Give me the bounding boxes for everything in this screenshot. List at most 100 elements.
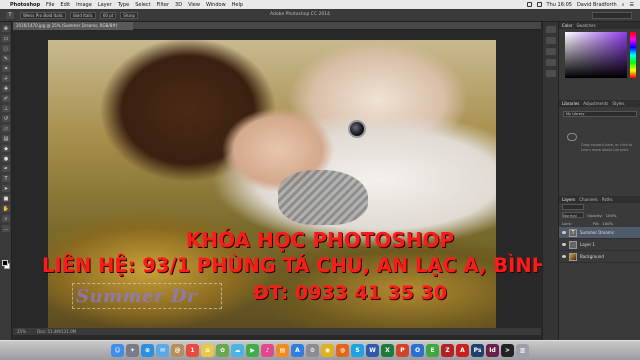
tab-styles[interactable]: Styles xyxy=(612,100,624,107)
trash-icon[interactable]: ▥ xyxy=(516,344,529,357)
menu-file[interactable]: File xyxy=(46,2,54,8)
photoshop-icon[interactable]: Ps xyxy=(471,344,484,357)
menu-select[interactable]: Select xyxy=(135,2,150,8)
layer-row-layer-1[interactable]: Layer 1 xyxy=(559,239,640,251)
menu-image[interactable]: Image xyxy=(76,2,92,8)
paragraph-panel-icon[interactable] xyxy=(546,70,556,77)
move-tool-icon[interactable]: ✥ xyxy=(2,25,10,32)
info-panel-icon[interactable] xyxy=(546,48,556,55)
layer-row-summer-dreams[interactable]: T Summer Dreams xyxy=(559,227,640,239)
dodge-tool-icon[interactable]: ● xyxy=(2,155,10,162)
quick-select-tool-icon[interactable]: ✎ xyxy=(2,55,10,62)
evernote-icon[interactable]: E xyxy=(426,344,439,357)
tab-libraries[interactable]: Libraries xyxy=(562,100,579,107)
launchpad-icon[interactable]: ✦ xyxy=(126,344,139,357)
blend-mode-select[interactable]: Normal xyxy=(562,212,584,218)
zoom-level[interactable]: 25% xyxy=(17,329,26,334)
fill-value[interactable]: 100% xyxy=(602,221,613,226)
menu-filter[interactable]: Filter xyxy=(157,2,169,8)
hue-slider[interactable] xyxy=(630,32,636,78)
type-tool-preset-icon[interactable]: T xyxy=(6,11,14,19)
contacts-icon[interactable]: @ xyxy=(171,344,184,357)
finder-icon[interactable]: ☺ xyxy=(111,344,124,357)
terminal-icon[interactable]: > xyxy=(501,344,514,357)
properties-panel-icon[interactable] xyxy=(546,37,556,44)
opacity-value[interactable]: 100% xyxy=(606,213,617,218)
battery-icon[interactable] xyxy=(536,2,542,7)
history-brush-tool-icon[interactable]: ↺ xyxy=(2,115,10,122)
ibooks-icon[interactable]: ▤ xyxy=(276,344,289,357)
word-icon[interactable]: W xyxy=(366,344,379,357)
layer-filter-select[interactable] xyxy=(562,204,584,210)
filezilla-icon[interactable]: Z xyxy=(441,344,454,357)
facetime-icon[interactable]: ▶ xyxy=(246,344,259,357)
calendar-icon[interactable]: 1 xyxy=(186,344,199,357)
visibility-eye-icon[interactable] xyxy=(562,255,566,258)
clock[interactable]: Thu 16:05 xyxy=(547,2,572,8)
workspace-select[interactable] xyxy=(592,12,632,19)
itunes-icon[interactable]: ♪ xyxy=(261,344,274,357)
visibility-eye-icon[interactable] xyxy=(562,243,566,246)
marquee-tool-icon[interactable]: ▭ xyxy=(2,35,10,42)
tab-channels[interactable]: Channels xyxy=(579,196,598,203)
firefox-icon[interactable]: ◍ xyxy=(336,344,349,357)
document-tab[interactable]: 2016/1470.jpg @ 25% (Summer Dreams, RGB/… xyxy=(13,22,133,30)
type-tool-icon[interactable]: T xyxy=(2,175,10,182)
search-icon[interactable]: ⌕ xyxy=(622,2,625,8)
eraser-tool-icon[interactable]: ▱ xyxy=(2,125,10,132)
messages-icon[interactable]: ☁ xyxy=(231,344,244,357)
app-menu[interactable]: Photoshop xyxy=(10,2,40,8)
menu-edit[interactable]: Edit xyxy=(60,2,70,8)
font-size-select[interactable]: 60 pt xyxy=(99,11,117,19)
tab-color[interactable]: Color xyxy=(562,22,572,29)
blur-tool-icon[interactable]: ◆ xyxy=(2,145,10,152)
tab-layers[interactable]: Layers xyxy=(562,196,575,203)
safari-icon[interactable]: ⊕ xyxy=(141,344,154,357)
visibility-eye-icon[interactable] xyxy=(562,231,566,234)
user-name[interactable]: David Bradforth xyxy=(577,2,617,8)
pen-tool-icon[interactable]: ✒ xyxy=(2,165,10,172)
color-picker-field[interactable] xyxy=(565,32,627,78)
acrobat-icon[interactable]: A xyxy=(456,344,469,357)
outlook-icon[interactable]: O xyxy=(411,344,424,357)
menu-view[interactable]: View xyxy=(188,2,200,8)
history-panel-icon[interactable] xyxy=(546,26,556,33)
menu-type[interactable]: Type xyxy=(118,2,129,8)
tab-paths[interactable]: Paths xyxy=(602,196,613,203)
notification-center-icon[interactable]: ☰ xyxy=(630,2,634,8)
menu-3d[interactable]: 3D xyxy=(175,2,182,8)
layer-row-background[interactable]: Background xyxy=(559,251,640,263)
antialias-select[interactable]: Sharp xyxy=(120,11,139,19)
brush-tool-icon[interactable]: ✐ xyxy=(2,95,10,102)
appstore-icon[interactable]: A xyxy=(291,344,304,357)
font-family-select[interactable]: Weiss Pro Bold Italic xyxy=(20,11,67,19)
mail-icon[interactable]: ✉ xyxy=(156,344,169,357)
wifi-icon[interactable] xyxy=(526,2,532,7)
notes-icon[interactable]: ≡ xyxy=(201,344,214,357)
lasso-tool-icon[interactable]: ◌ xyxy=(2,45,10,52)
zoom-tool-icon[interactable]: ⌕ xyxy=(2,215,10,222)
menu-layer[interactable]: Layer xyxy=(98,2,112,8)
layer-name[interactable]: Background xyxy=(580,254,604,259)
character-panel-icon[interactable] xyxy=(546,59,556,66)
layer-name[interactable]: Summer Dreams xyxy=(580,230,614,235)
hand-tool-icon[interactable]: ✋ xyxy=(2,205,10,212)
tab-adjustments[interactable]: Adjustments xyxy=(583,100,608,107)
menu-help[interactable]: Help xyxy=(232,2,243,8)
eyedropper-tool-icon[interactable]: ⌿ xyxy=(2,75,10,82)
preferences-icon[interactable]: ⚙ xyxy=(306,344,319,357)
path-select-tool-icon[interactable]: ➤ xyxy=(2,185,10,192)
layer-name[interactable]: Layer 1 xyxy=(580,242,595,247)
font-style-select[interactable]: Bold Italic xyxy=(70,11,96,19)
library-select[interactable]: My Library xyxy=(563,111,637,117)
tab-swatches[interactable]: Swatches xyxy=(576,22,595,29)
photos-icon[interactable]: ✿ xyxy=(216,344,229,357)
indesign-icon[interactable]: Id xyxy=(486,344,499,357)
powerpoint-icon[interactable]: P xyxy=(396,344,409,357)
menu-window[interactable]: Window xyxy=(206,2,226,8)
chrome-icon[interactable]: ◉ xyxy=(321,344,334,357)
shape-tool-icon[interactable]: ■ xyxy=(2,195,10,202)
doc-size[interactable]: Doc: 51.4M/131.0M xyxy=(37,329,76,334)
gradient-tool-icon[interactable]: ▤ xyxy=(2,135,10,142)
excel-icon[interactable]: X xyxy=(381,344,394,357)
